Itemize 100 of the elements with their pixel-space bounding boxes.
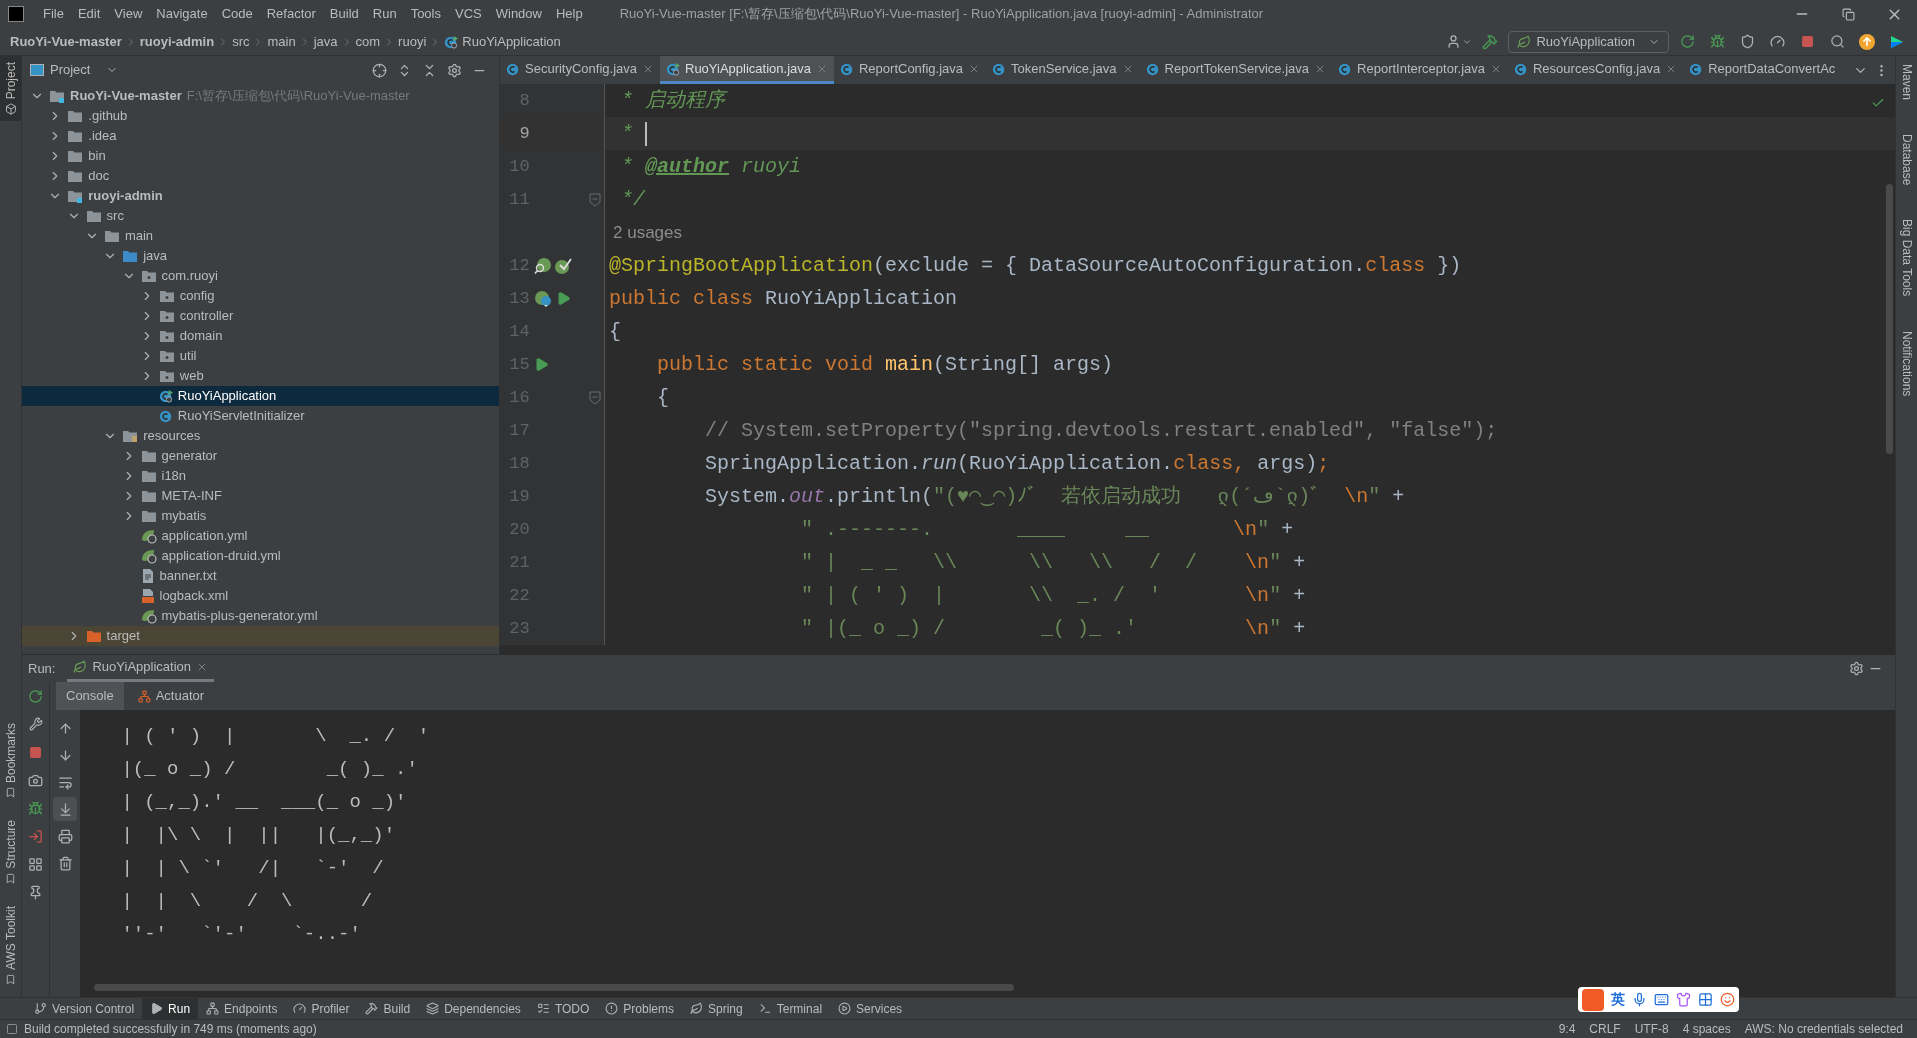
tree-item[interactable]: i18n	[22, 466, 499, 486]
usages-hint[interactable]: 2 usages	[613, 219, 682, 246]
tool-window-button[interactable]: Build	[357, 997, 419, 1020]
status-message: Build completed successfully in 749 ms (moments ago)	[24, 1021, 317, 1038]
tree-item[interactable]: logback.xml	[22, 586, 499, 606]
status-item[interactable]: CRLF	[1589, 1020, 1621, 1038]
console-line: | | \ / \ /	[120, 889, 373, 914]
tool-window-tab[interactable]: Project	[0, 56, 21, 122]
tree-item[interactable]: domain	[22, 326, 499, 346]
tool-window-tab[interactable]: Bookmarks	[0, 723, 21, 799]
breadcrumb[interactable]: com	[355, 31, 381, 52]
tool-window-button[interactable]: Run	[142, 997, 199, 1020]
breadcrumb[interactable]: ruoyi-admin	[139, 31, 215, 52]
tree-item[interactable]: src	[22, 206, 499, 226]
editor-tab[interactable]: ReportDataConvertAc	[1683, 56, 1842, 84]
tree-label: util	[179, 347, 197, 366]
tree-label: RuoYi-Vue-master	[70, 87, 182, 106]
tree-item[interactable]: generator	[22, 446, 499, 466]
tree-item[interactable]: META-INF	[22, 486, 499, 506]
editor-tab[interactable]: ReportInterceptor.java	[1332, 56, 1508, 84]
tree-label: generator	[161, 447, 218, 466]
tree-item[interactable]: util	[22, 346, 499, 366]
console-tab[interactable]: Console	[56, 682, 124, 710]
menu-item[interactable]: VCS	[450, 4, 487, 24]
editor-tab[interactable]: ReportConfig.java	[834, 56, 987, 84]
code-line: public static void main(String[] args)	[656, 351, 1114, 378]
project-view-dropdown[interactable]: Project	[30, 60, 119, 80]
breadcrumb[interactable]: RuoYiApplication	[462, 31, 561, 52]
tool-window-button[interactable]: Endpoints	[198, 997, 286, 1020]
console-line: | ( ' ) | \ _. / '	[120, 724, 430, 749]
menu-item[interactable]: Code	[216, 4, 258, 24]
tool-window-tab[interactable]: Database	[1897, 134, 1916, 186]
tool-window-tab[interactable]: AWS Toolkit	[0, 905, 21, 985]
tool-window-button[interactable]: Profiler	[285, 997, 358, 1020]
tree-item[interactable]: web	[22, 366, 499, 386]
tree-label: controller	[179, 307, 234, 326]
breadcrumb[interactable]: java	[313, 31, 338, 52]
tree-item[interactable]: controller	[22, 306, 499, 326]
status-item[interactable]: 9:4	[1558, 1020, 1576, 1038]
tool-window-tab[interactable]: Notifications	[1897, 330, 1916, 396]
console-line: | | \ `' /| `-' /	[120, 856, 384, 881]
menu-item[interactable]: Run	[367, 4, 402, 24]
tool-window-button[interactable]: TODO	[528, 997, 598, 1020]
tree-item[interactable]: banner.txt	[22, 566, 499, 586]
status-item[interactable]: AWS: No credentials selected	[1744, 1020, 1903, 1038]
editor-tab[interactable]: ResourcesConfig.java	[1508, 56, 1684, 84]
menu-item[interactable]: File	[38, 4, 69, 24]
tool-window-button[interactable]: Services	[830, 997, 911, 1020]
tree-item[interactable]: mybatis-plus-generator.yml	[22, 606, 499, 626]
tool-window-button[interactable]: Dependencies	[418, 997, 529, 1020]
tree-item[interactable]: application.yml	[22, 526, 499, 546]
editor-tab[interactable]: RuoYiApplication.java	[660, 56, 834, 84]
tree-item[interactable]: .github	[22, 106, 499, 126]
tool-window-tab[interactable]: Structure	[0, 820, 21, 884]
breadcrumb[interactable]: src	[232, 31, 250, 52]
menu-item[interactable]: Tools	[405, 4, 446, 24]
code-line: " .-------. ____ __ \n" +	[800, 516, 1294, 543]
tree-label: domain	[179, 327, 223, 346]
menu-item[interactable]: View	[109, 4, 148, 24]
menu-item[interactable]: Refactor	[261, 4, 321, 24]
tree-item[interactable]: main	[22, 226, 499, 246]
console-tab[interactable]: Actuator	[127, 682, 215, 710]
status-item[interactable]: 4 spaces	[1682, 1020, 1731, 1038]
tool-window-tab[interactable]: Maven	[1897, 64, 1916, 101]
tool-window-button[interactable]: Version Control	[26, 997, 143, 1020]
tool-window-button[interactable]: Spring	[682, 997, 751, 1020]
tree-item[interactable]: com.ruoyi	[22, 266, 499, 286]
tree-item[interactable]: resources	[22, 426, 499, 446]
tree-item[interactable]: java	[22, 246, 499, 266]
menu-item[interactable]: Window	[490, 4, 547, 24]
tree-label: resources	[143, 427, 201, 446]
breadcrumb[interactable]: RuoYi-Vue-master	[10, 31, 122, 52]
tree-item[interactable]: ruoyi-admin	[22, 186, 499, 206]
tree-item[interactable]: mybatis	[22, 506, 499, 526]
tool-window-button[interactable]: Problems	[597, 997, 682, 1020]
menu-item[interactable]: Help	[550, 4, 588, 24]
breadcrumb[interactable]: ruoyi	[398, 31, 427, 52]
tool-window-button[interactable]: Terminal	[750, 997, 831, 1020]
editor-tab[interactable]: ReportTokenService.java	[1139, 56, 1333, 84]
code-line: " | ( ' ) | \\ _. / ' \n" +	[800, 582, 1306, 609]
input-mode[interactable]: 英	[1611, 989, 1625, 1010]
tree-item[interactable]: RuoYiApplication	[22, 386, 499, 406]
code-line: {	[609, 318, 621, 345]
tree-item[interactable]: .idea	[22, 126, 499, 146]
editor-tab[interactable]: SecurityConfig.java	[500, 56, 660, 84]
tree-item[interactable]: application-druid.yml	[22, 546, 499, 566]
tree-item[interactable]: bin	[22, 146, 499, 166]
menu-item[interactable]: Edit	[72, 4, 106, 24]
menu-item[interactable]: Navigate	[151, 4, 213, 24]
tree-label: i18n	[161, 467, 187, 486]
status-item[interactable]: UTF-8	[1634, 1020, 1669, 1038]
editor-tab[interactable]: TokenService.java	[986, 56, 1140, 84]
tree-item[interactable]: doc	[22, 166, 499, 186]
menu-item[interactable]: Build	[324, 4, 364, 24]
tool-window-tab[interactable]: Big Data Tools	[1897, 219, 1916, 297]
breadcrumb[interactable]: main	[267, 31, 296, 52]
tree-item[interactable]: target	[22, 626, 499, 646]
tree-item[interactable]: RuoYiServletInitializer	[22, 406, 499, 426]
tree-item[interactable]: config	[22, 286, 499, 306]
run-configuration-dropdown[interactable]: RuoYiApplication	[1508, 30, 1669, 53]
